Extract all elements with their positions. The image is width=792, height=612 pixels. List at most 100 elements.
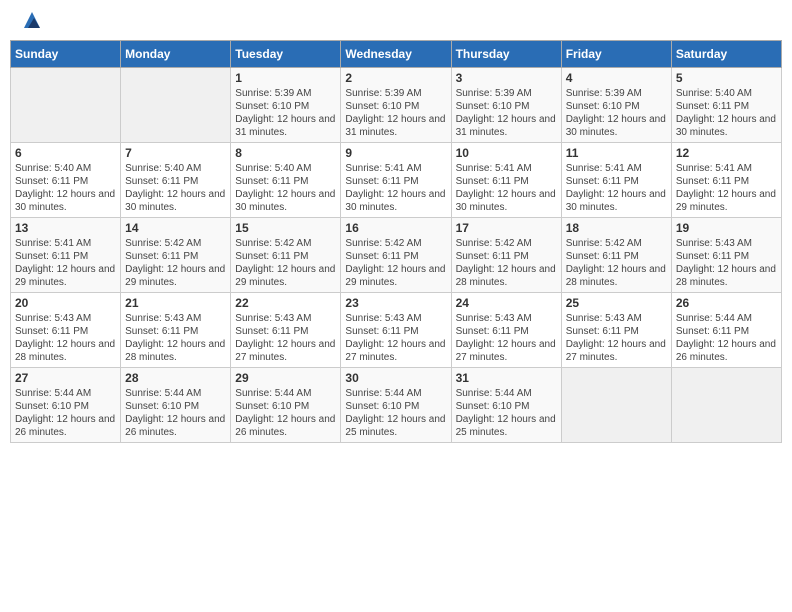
day-number: 21 <box>125 296 226 310</box>
cell-info: Sunrise: 5:41 AM Sunset: 6:11 PM Dayligh… <box>15 237 116 289</box>
logo-icon <box>22 10 42 30</box>
day-number: 27 <box>15 371 116 385</box>
cell-info: Sunrise: 5:42 AM Sunset: 6:11 PM Dayligh… <box>566 237 667 289</box>
calendar-cell: 9 Sunrise: 5:41 AM Sunset: 6:11 PM Daylig… <box>341 143 451 218</box>
day-of-week-header: Wednesday <box>341 41 451 68</box>
cell-info: Sunrise: 5:44 AM Sunset: 6:11 PM Dayligh… <box>676 312 777 364</box>
day-number: 4 <box>566 71 667 85</box>
cell-info: Sunrise: 5:41 AM Sunset: 6:11 PM Dayligh… <box>676 162 777 214</box>
calendar-week-row: 20 Sunrise: 5:43 AM Sunset: 6:11 PM Dayli… <box>11 293 782 368</box>
cell-info: Sunrise: 5:44 AM Sunset: 6:10 PM Dayligh… <box>15 387 116 439</box>
calendar-cell: 23Sunrise: 5:43 AM Sunset: 6:11 PM Dayli… <box>341 293 451 368</box>
calendar-week-row: 6 Sunrise: 5:40 AM Sunset: 6:11 PM Daylig… <box>11 143 782 218</box>
day-of-week-header: Monday <box>121 41 231 68</box>
cell-info: Sunrise: 5:42 AM Sunset: 6:11 PM Dayligh… <box>125 237 226 289</box>
day-number: 23 <box>345 296 446 310</box>
day-of-week-header: Thursday <box>451 41 561 68</box>
calendar-header-row: SundayMondayTuesdayWednesdayThursdayFrid… <box>11 41 782 68</box>
cell-info: Sunrise: 5:40 AM Sunset: 6:11 PM Dayligh… <box>676 87 777 139</box>
day-of-week-header: Sunday <box>11 41 121 68</box>
cell-info: Sunrise: 5:43 AM Sunset: 6:11 PM Dayligh… <box>235 312 336 364</box>
cell-info: Sunrise: 5:41 AM Sunset: 6:11 PM Dayligh… <box>456 162 557 214</box>
day-number: 19 <box>676 221 777 235</box>
calendar-cell <box>11 68 121 143</box>
calendar-cell: 1Sunrise: 5:39 AM Sunset: 6:10 PM Daylig… <box>231 68 341 143</box>
calendar-cell: 12 Sunrise: 5:41 AM Sunset: 6:11 PM Dayli… <box>671 143 781 218</box>
day-number: 10 <box>456 146 557 160</box>
calendar-cell: 22 Sunrise: 5:43 AM Sunset: 6:11 PM Dayli… <box>231 293 341 368</box>
day-number: 28 <box>125 371 226 385</box>
day-number: 18 <box>566 221 667 235</box>
day-number: 11 <box>566 146 667 160</box>
calendar-cell <box>561 368 671 443</box>
calendar-cell: 19 Sunrise: 5:43 AM Sunset: 6:11 PM Dayli… <box>671 218 781 293</box>
day-of-week-header: Friday <box>561 41 671 68</box>
logo <box>20 18 42 30</box>
calendar-cell: 21 Sunrise: 5:43 AM Sunset: 6:11 PM Dayli… <box>121 293 231 368</box>
cell-info: Sunrise: 5:42 AM Sunset: 6:11 PM Dayligh… <box>345 237 446 289</box>
calendar-cell: 10 Sunrise: 5:41 AM Sunset: 6:11 PM Dayli… <box>451 143 561 218</box>
day-of-week-header: Saturday <box>671 41 781 68</box>
calendar-cell: 27 Sunrise: 5:44 AM Sunset: 6:10 PM Dayli… <box>11 368 121 443</box>
calendar-cell: 30Sunrise: 5:44 AM Sunset: 6:10 PM Dayli… <box>341 368 451 443</box>
calendar-cell: 28 Sunrise: 5:44 AM Sunset: 6:10 PM Dayli… <box>121 368 231 443</box>
calendar-cell: 8 Sunrise: 5:40 AM Sunset: 6:11 PM Daylig… <box>231 143 341 218</box>
calendar-cell <box>671 368 781 443</box>
cell-info: Sunrise: 5:40 AM Sunset: 6:11 PM Dayligh… <box>15 162 116 214</box>
day-number: 17 <box>456 221 557 235</box>
cell-info: Sunrise: 5:44 AM Sunset: 6:10 PM Dayligh… <box>456 387 557 439</box>
calendar-cell: 6 Sunrise: 5:40 AM Sunset: 6:11 PM Daylig… <box>11 143 121 218</box>
day-number: 6 <box>15 146 116 160</box>
calendar-cell: 13 Sunrise: 5:41 AM Sunset: 6:11 PM Dayli… <box>11 218 121 293</box>
day-number: 15 <box>235 221 336 235</box>
cell-info: Sunrise: 5:43 AM Sunset: 6:11 PM Dayligh… <box>456 312 557 364</box>
day-number: 31 <box>456 371 557 385</box>
cell-info: Sunrise: 5:44 AM Sunset: 6:10 PM Dayligh… <box>235 387 336 439</box>
calendar-cell: 29 Sunrise: 5:44 AM Sunset: 6:10 PM Dayli… <box>231 368 341 443</box>
cell-info: Sunrise: 5:43 AM Sunset: 6:11 PM Dayligh… <box>125 312 226 364</box>
day-number: 16 <box>345 221 446 235</box>
calendar-cell: 14 Sunrise: 5:42 AM Sunset: 6:11 PM Dayli… <box>121 218 231 293</box>
cell-info: Sunrise: 5:39 AM Sunset: 6:10 PM Dayligh… <box>456 87 557 139</box>
calendar-cell: 17 Sunrise: 5:42 AM Sunset: 6:11 PM Dayli… <box>451 218 561 293</box>
day-number: 29 <box>235 371 336 385</box>
calendar-cell <box>121 68 231 143</box>
day-number: 12 <box>676 146 777 160</box>
cell-info: Sunrise: 5:42 AM Sunset: 6:11 PM Dayligh… <box>235 237 336 289</box>
cell-info: Sunrise: 5:40 AM Sunset: 6:11 PM Dayligh… <box>235 162 336 214</box>
calendar-cell: 31 Sunrise: 5:44 AM Sunset: 6:10 PM Dayli… <box>451 368 561 443</box>
calendar-cell: 3 Sunrise: 5:39 AM Sunset: 6:10 PM Daylig… <box>451 68 561 143</box>
calendar-table: SundayMondayTuesdayWednesdayThursdayFrid… <box>10 40 782 443</box>
calendar-cell: 5Sunrise: 5:40 AM Sunset: 6:11 PM Daylig… <box>671 68 781 143</box>
day-number: 3 <box>456 71 557 85</box>
cell-info: Sunrise: 5:40 AM Sunset: 6:11 PM Dayligh… <box>125 162 226 214</box>
calendar-week-row: 1Sunrise: 5:39 AM Sunset: 6:10 PM Daylig… <box>11 68 782 143</box>
cell-info: Sunrise: 5:43 AM Sunset: 6:11 PM Dayligh… <box>566 312 667 364</box>
calendar-cell: 4 Sunrise: 5:39 AM Sunset: 6:10 PM Daylig… <box>561 68 671 143</box>
day-number: 9 <box>345 146 446 160</box>
calendar-cell: 25 Sunrise: 5:43 AM Sunset: 6:11 PM Dayli… <box>561 293 671 368</box>
calendar-week-row: 13 Sunrise: 5:41 AM Sunset: 6:11 PM Dayli… <box>11 218 782 293</box>
calendar-cell: 11 Sunrise: 5:41 AM Sunset: 6:11 PM Dayli… <box>561 143 671 218</box>
cell-info: Sunrise: 5:44 AM Sunset: 6:10 PM Dayligh… <box>125 387 226 439</box>
cell-info: Sunrise: 5:39 AM Sunset: 6:10 PM Dayligh… <box>345 87 446 139</box>
cell-info: Sunrise: 5:42 AM Sunset: 6:11 PM Dayligh… <box>456 237 557 289</box>
day-number: 7 <box>125 146 226 160</box>
day-number: 13 <box>15 221 116 235</box>
calendar-cell: 26Sunrise: 5:44 AM Sunset: 6:11 PM Dayli… <box>671 293 781 368</box>
cell-info: Sunrise: 5:39 AM Sunset: 6:10 PM Dayligh… <box>566 87 667 139</box>
day-number: 14 <box>125 221 226 235</box>
calendar-cell: 18 Sunrise: 5:42 AM Sunset: 6:11 PM Dayli… <box>561 218 671 293</box>
calendar-cell: 20 Sunrise: 5:43 AM Sunset: 6:11 PM Dayli… <box>11 293 121 368</box>
day-number: 24 <box>456 296 557 310</box>
cell-info: Sunrise: 5:43 AM Sunset: 6:11 PM Dayligh… <box>15 312 116 364</box>
calendar-cell: 15 Sunrise: 5:42 AM Sunset: 6:11 PM Dayli… <box>231 218 341 293</box>
cell-info: Sunrise: 5:41 AM Sunset: 6:11 PM Dayligh… <box>345 162 446 214</box>
day-number: 22 <box>235 296 336 310</box>
day-number: 20 <box>15 296 116 310</box>
cell-info: Sunrise: 5:41 AM Sunset: 6:11 PM Dayligh… <box>566 162 667 214</box>
cell-info: Sunrise: 5:43 AM Sunset: 6:11 PM Dayligh… <box>676 237 777 289</box>
day-number: 25 <box>566 296 667 310</box>
calendar-cell: 24 Sunrise: 5:43 AM Sunset: 6:11 PM Dayli… <box>451 293 561 368</box>
day-number: 8 <box>235 146 336 160</box>
